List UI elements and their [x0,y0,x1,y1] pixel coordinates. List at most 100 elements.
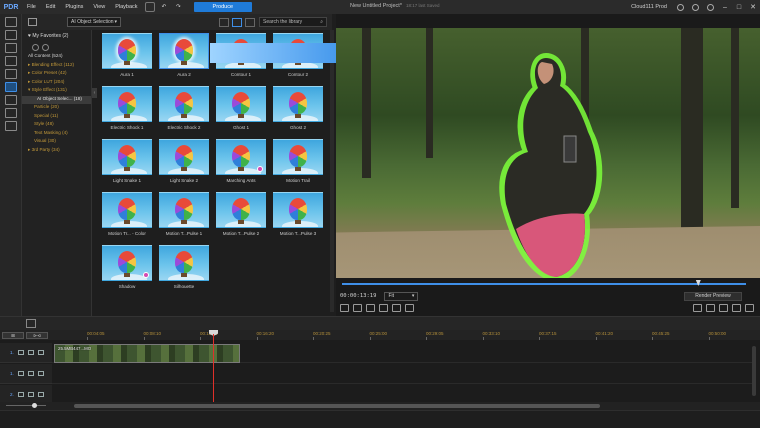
settings-icon[interactable] [144,2,155,12]
collapse-panel-button[interactable]: ‹ [92,88,97,98]
preview-scrubber[interactable] [342,283,746,285]
track-type-icon[interactable] [17,392,24,397]
effect-thumbnail[interactable] [102,192,152,228]
library-search-input[interactable]: Search the library ⌕ [259,17,327,27]
render-preview-button[interactable]: Render Preview [684,291,742,301]
tree-item[interactable]: Style (48) [28,121,91,130]
tree-item[interactable]: ▾ Style Effect (131) [28,87,91,96]
track-header[interactable]: 1. [0,343,52,363]
menu-view[interactable]: View [88,4,110,10]
audio-room-icon[interactable] [5,108,17,118]
maximize-icon[interactable]: □ [732,4,746,11]
notification-icon[interactable] [677,3,684,11]
menu-plugins[interactable]: Plugins [60,4,88,10]
list-view-icon[interactable] [219,17,229,27]
fast-forward-icon[interactable] [392,304,401,312]
effect-tile[interactable]: Motion T...Pulse 1 [159,192,209,236]
fullscreen-icon[interactable] [745,304,754,312]
effect-thumbnail[interactable] [159,86,209,122]
eye-icon[interactable] [27,371,34,376]
timecode[interactable]: 00:00:13:19 [340,293,376,299]
fit-timeline-button[interactable]: ⊳⊲ [26,331,48,339]
effect-tile[interactable]: Marching Ants [216,139,266,183]
effect-thumbnail[interactable] [159,245,209,281]
lock-icon[interactable] [37,392,44,397]
close-icon[interactable]: ✕ [746,3,760,11]
effect-tile[interactable]: Aura 2 [159,33,209,77]
track-type-icon[interactable] [17,350,24,355]
track-manager-button[interactable]: ⊞ [2,331,24,339]
track-type-icon[interactable] [17,371,24,376]
grid-view-icon[interactable] [232,17,242,27]
templates-room-icon[interactable] [5,30,17,40]
title-room-icon[interactable] [5,43,17,53]
effect-room-icon[interactable] [5,82,17,92]
minimize-icon[interactable]: – [718,4,732,11]
transition-room-icon[interactable] [5,56,17,66]
gear-icon[interactable] [707,3,714,11]
track-lane[interactable] [52,364,752,384]
pip-room-icon[interactable] [5,69,17,79]
particle-room-icon[interactable] [5,95,17,105]
effect-thumbnail[interactable] [216,192,266,228]
menu-edit[interactable]: Edit [41,4,60,10]
effect-tile[interactable]: Electric Shock 2 [159,86,209,130]
effect-thumbnail[interactable] [273,139,323,175]
tree-item[interactable]: ▸ Color Preset (42) [28,70,91,79]
redo-icon[interactable]: ↷ [171,4,186,10]
user-name[interactable]: Cloud111 Prod [631,4,667,10]
effect-thumbnail[interactable] [102,33,152,69]
sort-icon[interactable] [245,17,255,27]
produce-button[interactable]: Produce [193,2,252,12]
eye-icon[interactable] [27,350,34,355]
import-icon[interactable] [28,18,37,26]
effect-tile[interactable]: Motion T...Pulse 2 [216,192,266,236]
effect-thumbnail[interactable] [216,86,266,122]
tree-item[interactable]: Special (11) [28,113,91,122]
search-icon[interactable]: ⌕ [320,19,323,25]
tree-item[interactable]: All Content (524) [28,53,91,62]
menu-file[interactable]: File [22,4,41,10]
effect-tile[interactable]: Shadow [102,245,152,289]
tree-item[interactable]: ▸ Color LUT (204) [28,79,91,88]
tree-item[interactable]: Particle (20) [28,104,91,113]
effect-thumbnail[interactable] [102,139,152,175]
effect-thumbnail[interactable] [273,86,323,122]
timeline-ruler[interactable]: 00:04:05 00:08:10 00:12:15 00:16:20 00:20:25… [52,330,752,340]
subtitle-room-icon[interactable] [5,121,17,131]
effect-tile[interactable]: Motion Trail [273,139,323,183]
next-frame-icon[interactable] [379,304,388,312]
lock-icon[interactable] [37,350,44,355]
jump-end-icon[interactable] [405,304,414,312]
snapshot-icon[interactable] [706,304,715,312]
tree-item[interactable]: ▸ Blending Effect (112) [28,62,91,71]
effect-tile[interactable]: Ghost 1 [216,86,266,130]
effect-thumbnail[interactable] [102,245,152,281]
tree-item[interactable]: AI Object Selec... (18) [22,95,91,104]
effect-tile[interactable]: Electric Shock 1 [102,86,152,130]
effect-thumbnail[interactable] [102,86,152,122]
effect-thumbnail[interactable] [159,33,209,69]
tree-item[interactable]: Text Masking (4) [28,130,91,139]
effect-tile[interactable]: Silhouette [159,245,209,289]
favorite-item-icon[interactable] [32,43,39,51]
tree-item[interactable]: Visual (30) [28,138,91,147]
effect-tile[interactable]: Aura 1 [102,33,152,77]
effect-thumbnail[interactable] [159,192,209,228]
media-room-icon[interactable] [5,17,17,27]
playhead[interactable] [213,334,214,406]
quality-icon[interactable] [719,304,728,312]
library-scrollbar[interactable] [330,30,334,312]
help-icon[interactable] [692,3,699,11]
previous-frame-icon[interactable] [366,304,375,312]
effect-tile[interactable]: Motion T...Pulse 3 [273,192,323,236]
preview-video[interactable] [336,28,760,278]
effect-thumbnail[interactable] [216,139,266,175]
effect-tile[interactable]: Motion Tr... - Color [102,192,152,236]
timeline-vertical-scrollbar[interactable] [752,346,756,396]
tree-item[interactable]: ▸ 3rd Party (34) [28,147,91,156]
lock-icon[interactable] [37,371,44,376]
edit-tool-icon[interactable] [26,319,36,328]
undock-icon[interactable] [732,304,741,312]
effect-thumbnail[interactable] [273,192,323,228]
